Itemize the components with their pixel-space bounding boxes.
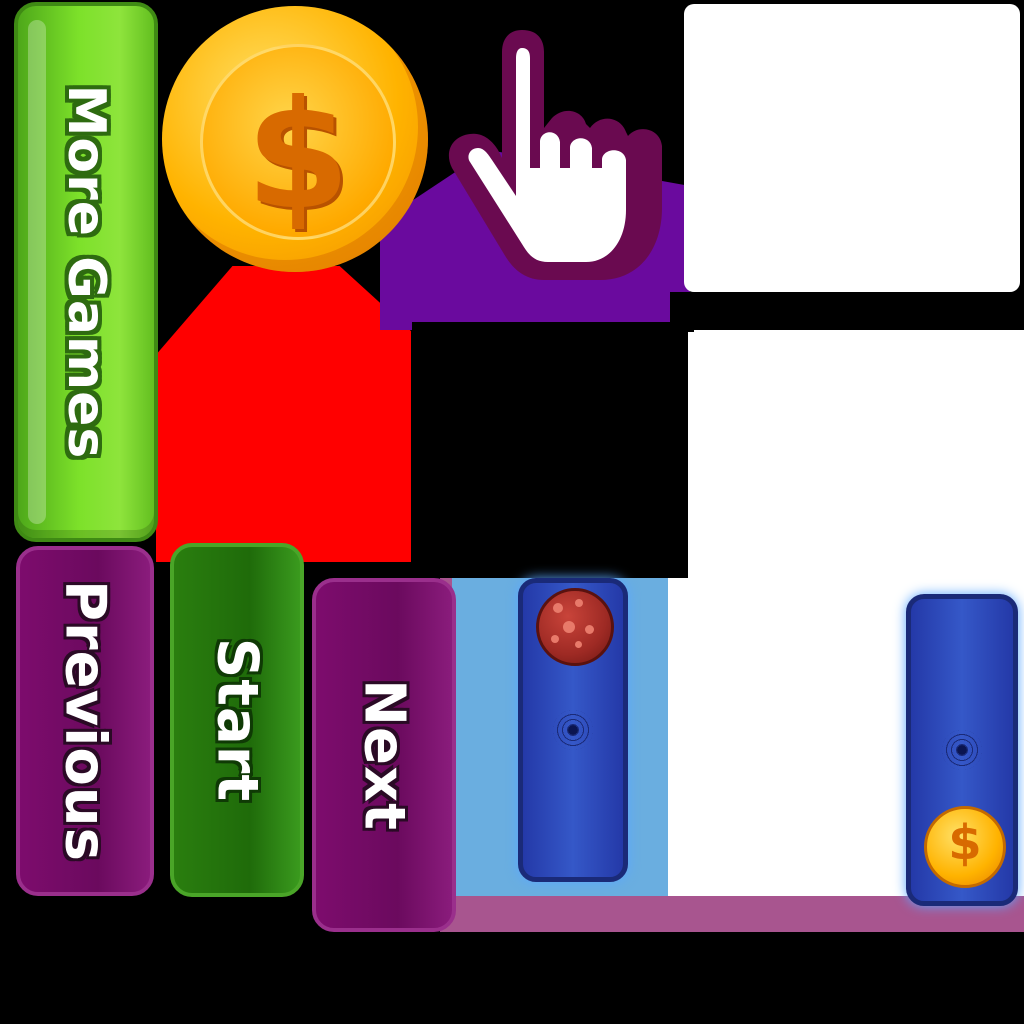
pointing-hand-icon [448,30,662,280]
coin-inner: $ [200,44,396,243]
slider-target-ring [553,710,593,750]
slider-target-ring [942,730,982,770]
background-white-panel-top [684,4,1020,292]
coin-dollar-symbol: $ [245,69,351,243]
button-shine [28,20,46,524]
meteor-crater [575,641,582,648]
previous-button[interactable]: Previous [16,546,154,896]
meteor-crater [551,635,559,643]
coin-icon: $ [162,6,428,272]
meteor-crater [563,621,575,633]
background-black-block [412,322,688,578]
meteor-crater [575,599,583,607]
start-button[interactable]: Start [170,543,304,897]
start-label: Start [204,637,270,803]
small-coin-dollar-symbol: $ [948,815,982,871]
next-label: Next [351,679,417,831]
more-games-label: More Games [56,84,116,460]
more-games-button[interactable]: More Games [14,2,158,542]
next-button[interactable]: Next [312,578,456,932]
previous-label: Previous [52,579,118,863]
meteor-crater [553,603,563,613]
background-red-panel [156,266,411,562]
meteor-icon[interactable] [536,588,614,666]
small-coin-icon[interactable]: $ [924,806,1006,888]
meteor-crater [585,625,594,634]
